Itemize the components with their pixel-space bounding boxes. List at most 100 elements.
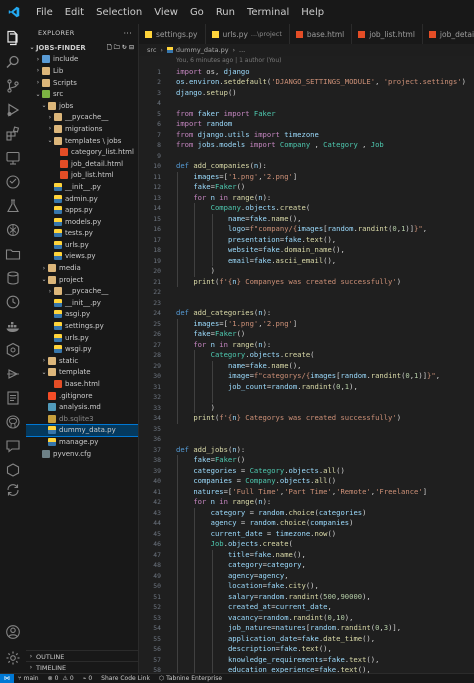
tree-file[interactable]: __init__.py [26,181,138,193]
tree-file[interactable]: tests.py [26,228,138,240]
extensions-icon[interactable] [5,126,21,142]
tree-file[interactable]: urls.py [26,332,138,344]
editor-tab[interactable]: urls.py ...\project [206,24,290,44]
tree-file[interactable]: models.py [26,216,138,228]
menu-terminal[interactable]: Terminal [241,7,295,18]
tree-file[interactable]: job_detail.html [26,158,138,170]
explorer-toolbar-icons[interactable]: 🗋 🗀 ↻ ⊟ [107,43,134,53]
github-icon[interactable] [5,414,21,430]
code-token: ( [305,203,311,212]
tree-folder[interactable]: ⌄ template [26,367,138,379]
openai-icon[interactable] [5,222,21,238]
tree-folder[interactable]: › migrations [26,123,138,135]
ports-status[interactable]: ⌁ 0 [83,675,92,682]
share-code-link[interactable]: Share Code Link [101,675,150,682]
source-control-icon[interactable] [5,78,21,94]
tree-file[interactable]: base.html [26,378,138,390]
settings-sync-icon[interactable] [5,482,21,498]
code-token: )], [388,623,402,632]
tree-folder[interactable]: ⌄ src [26,88,138,100]
editor-tab[interactable]: base.html [290,24,353,44]
line-number: 10 [153,162,161,170]
branch-status[interactable]: ⑂ main [18,675,39,682]
folder-blue-file-icon [42,55,50,64]
editor-tab[interactable]: job_detai [423,24,474,44]
menu-run[interactable]: Run [210,7,241,18]
timeline-section[interactable]: › TIMELINE [26,661,138,673]
tree-file[interactable]: analysis.md [26,401,138,413]
tree-file[interactable]: dummy_data.py [26,423,138,438]
database-icon[interactable] [5,270,21,286]
git-blame-codelens[interactable]: You, 6 minutes ago | 1 author (You) [176,56,474,67]
more-actions-icon[interactable]: ··· [123,29,132,38]
accounts-icon[interactable] [5,624,21,640]
tree-folder[interactable]: › include [26,54,138,66]
tree-file[interactable]: views.py [26,251,138,263]
tree-file[interactable]: apps.py [26,204,138,216]
tree-file[interactable]: settings.py [26,320,138,332]
breadcrumb-folder[interactable]: src [147,46,157,54]
copilot-icon[interactable] [5,174,21,190]
search-icon[interactable] [5,54,21,70]
tree-file[interactable]: __init__.py [26,297,138,309]
line-number: 11 [153,172,161,181]
code-token: (), [292,549,306,559]
menu-help[interactable]: Help [295,7,330,18]
line-number: 20 [153,267,161,275]
problems-status[interactable]: ⊗ 0 ⚠ 0 [48,675,74,682]
run-debug-icon[interactable] [5,102,21,118]
tree-folder[interactable]: ⌄ templates \ jobs [26,135,138,147]
tree-file[interactable]: category_list.html [26,146,138,158]
workspace-root[interactable]: ⌄ JOBS-FINDER 🗋 🗀 ↻ ⊟ [26,42,138,54]
editor-tab[interactable]: job_list.html [352,24,423,44]
tree-folder[interactable]: › __pycache__ [26,112,138,124]
indent-guide [194,360,196,371]
testing-icon[interactable] [5,198,21,214]
menu-file[interactable]: File [30,7,59,18]
code-line: for n in range(n): [176,339,474,350]
breadcrumb-more[interactable]: ... [239,46,245,54]
manage-gear-icon[interactable] [5,650,21,666]
docker-icon[interactable] [5,318,21,334]
code-lines[interactable]: You, 6 minutes ago | 1 author (You) impor… [176,56,474,673]
folder-view-icon[interactable] [5,246,21,262]
tabnine-status[interactable]: ⬡ Tabnine Enterprise [159,675,222,682]
tree-file[interactable]: wsgi.py [26,343,138,355]
tree-file[interactable]: job_list.html [26,170,138,182]
tabnine-icon[interactable] [5,462,21,478]
kubernetes-icon[interactable] [5,342,21,358]
tree-folder[interactable]: › media [26,262,138,274]
tree-folder[interactable]: ⌄ project [26,274,138,286]
tree-file[interactable]: admin.py [26,193,138,205]
code-token: objects [227,539,259,548]
breadcrumb-file[interactable]: dummy_data.py [176,46,229,54]
tree-file[interactable]: manage.py [26,436,138,448]
tree-folder[interactable]: › Lib [26,65,138,77]
tree-file[interactable]: db.sqlite3 [26,413,138,425]
tree-file[interactable]: pyvenv.cfg [26,448,138,460]
timeline-icon[interactable] [5,294,21,310]
tree-folder[interactable]: › Scripts [26,77,138,89]
menu-view[interactable]: View [148,7,184,18]
menu-go[interactable]: Go [184,7,210,18]
tree-folder[interactable]: › __pycache__ [26,285,138,297]
tree-file[interactable]: urls.py [26,239,138,251]
tree-file[interactable]: asgi.py [26,309,138,321]
menu-edit[interactable]: Edit [59,7,90,18]
chat-icon[interactable] [5,438,21,454]
tree-folder[interactable]: ⌄ jobs [26,100,138,112]
notes-icon[interactable] [5,390,21,406]
code-editor[interactable]: 1 2 3 4 5 6 7 8 9 10 11 12 13 14 15 16 17 18 19 20 21 22 23 24 2… [139,56,474,673]
line-number: 17 [153,235,161,244]
indent-guide [177,402,178,413]
tree-folder[interactable]: › static [26,355,138,367]
folder-green-file-icon [42,90,50,99]
explorer-icon[interactable] [5,30,21,46]
remote-explorer-icon[interactable] [5,150,21,166]
editor-tab[interactable]: settings.py [139,24,206,44]
remote-indicator-icon[interactable]: ⋈ [0,673,14,683]
tree-file[interactable]: .gitignore [26,390,138,402]
menu-selection[interactable]: Selection [90,7,148,18]
code-token: fake [193,182,211,191]
live-share-icon[interactable] [5,366,21,382]
